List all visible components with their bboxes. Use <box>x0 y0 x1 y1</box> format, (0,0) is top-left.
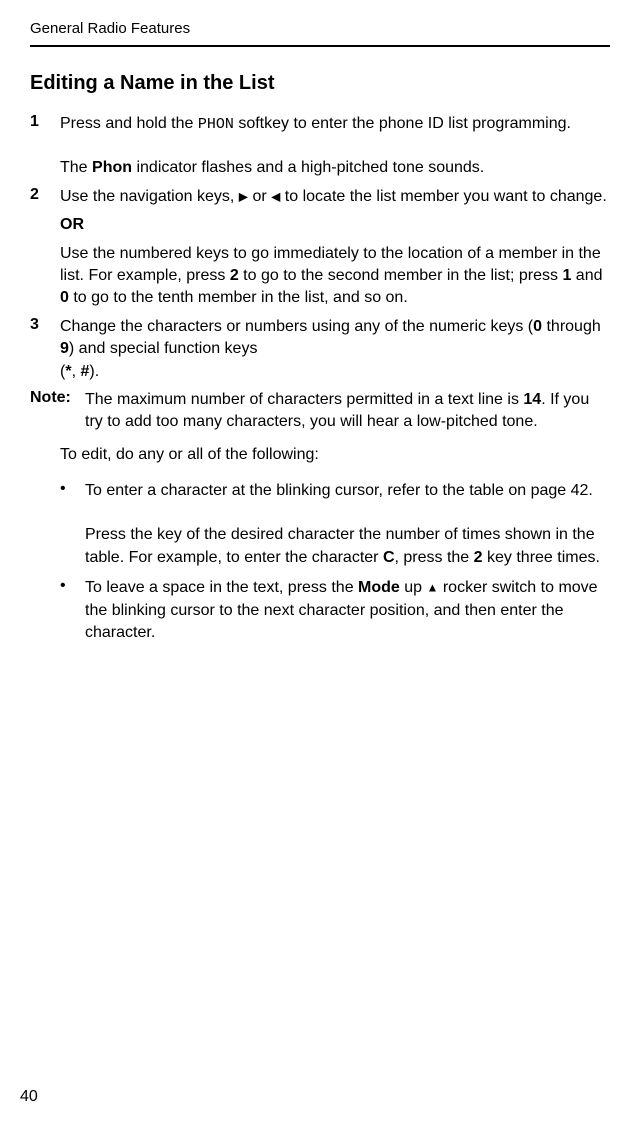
char-label: C <box>383 549 395 566</box>
step-number: 3 <box>30 316 60 383</box>
text: or <box>248 188 271 205</box>
step-1: 1 Press and hold the PHON softkey to ent… <box>30 113 610 135</box>
arrow-up-icon: ▲ <box>427 581 439 595</box>
text: The <box>60 159 92 176</box>
step-text: Use the navigation keys, ▶ or ◀ to locat… <box>60 186 610 208</box>
mode-label: Mode <box>358 579 400 596</box>
text: indicator flashes and a high-pitched ton… <box>132 159 484 176</box>
arrow-left-icon: ◀ <box>271 189 280 203</box>
key-label: 0 <box>60 289 69 306</box>
section-title: Editing a Name in the List <box>30 72 610 95</box>
indicator-name: Phon <box>92 159 132 176</box>
text: through <box>542 318 601 335</box>
bullet-marker: • <box>60 577 85 644</box>
text: softkey to enter the phone ID list progr… <box>234 115 571 132</box>
text: to go to the tenth member in the list, a… <box>69 289 408 306</box>
page-number: 40 <box>20 1088 38 1106</box>
arrow-right-icon: ▶ <box>239 189 248 203</box>
text: OR <box>60 216 84 233</box>
text: Use the navigation keys, <box>60 188 239 205</box>
step-number: 2 <box>30 186 60 208</box>
edit-intro: To edit, do any or all of the following: <box>60 444 610 466</box>
text: ) and special function keys <box>69 340 258 357</box>
text: to locate the list member you want to ch… <box>280 188 606 205</box>
softkey-label: PHON <box>198 116 234 133</box>
note-block: Note: The maximum number of characters p… <box>30 389 610 434</box>
step-2: 2 Use the navigation keys, ▶ or ◀ to loc… <box>30 186 610 208</box>
step-number: 1 <box>30 113 60 135</box>
key-label: 2 <box>230 267 239 284</box>
bullet-item-2: • To leave a space in the text, press th… <box>60 577 610 644</box>
step-3: 3 Change the characters or numbers using… <box>30 316 610 383</box>
step-followup: The Phon indicator flashes and a high-pi… <box>60 157 610 179</box>
text: To leave a space in the text, press the <box>85 579 358 596</box>
text: key three times. <box>483 549 600 566</box>
header-divider <box>30 45 610 47</box>
text: ). <box>89 363 99 380</box>
note-label: Note: <box>30 389 85 434</box>
key-label: 9 <box>60 340 69 357</box>
text: up <box>400 579 427 596</box>
text: to go to the second member in the list; … <box>239 267 563 284</box>
step-alternative: Use the numbered keys to go immediately … <box>60 243 610 310</box>
bullet-item-1: • To enter a character at the blinking c… <box>60 480 610 502</box>
header-chapter: General Radio Features <box>30 20 610 37</box>
step-text: Press and hold the PHON softkey to enter… <box>60 113 610 135</box>
text: , press the <box>395 549 474 566</box>
key-label: 2 <box>474 549 483 566</box>
or-label: OR <box>60 214 610 236</box>
note-text: The maximum number of characters permitt… <box>85 389 610 434</box>
step-text: Change the characters or numbers using a… <box>60 316 610 383</box>
text: Change the characters or numbers using a… <box>60 318 533 335</box>
text: and <box>571 267 602 284</box>
key-label: 0 <box>533 318 542 335</box>
bullet-continuation: Press the key of the desired character t… <box>85 524 610 569</box>
text: Press and hold the <box>60 115 198 132</box>
bullet-marker: • <box>60 480 85 502</box>
bullet-text: To enter a character at the blinking cur… <box>85 480 610 502</box>
max-chars: 14 <box>523 391 541 408</box>
text: The maximum number of characters permitt… <box>85 391 523 408</box>
bullet-text: To leave a space in the text, press the … <box>85 577 610 644</box>
